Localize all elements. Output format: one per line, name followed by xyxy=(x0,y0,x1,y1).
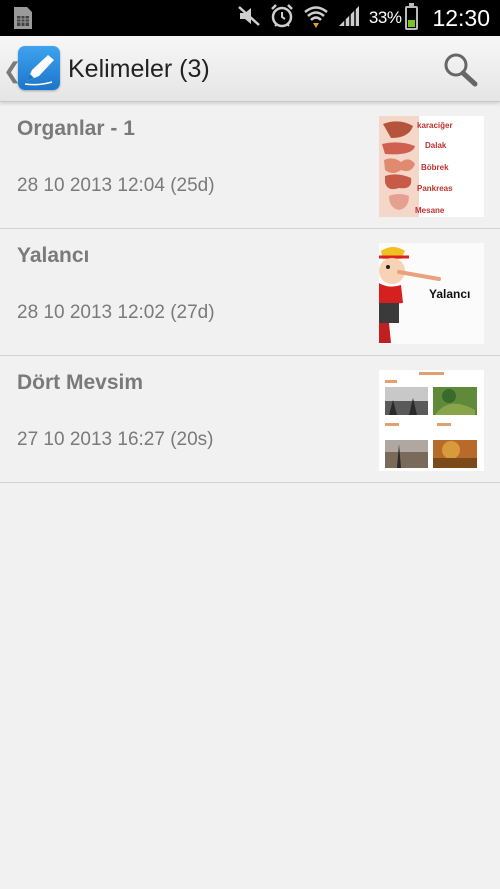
mute-icon xyxy=(237,4,261,33)
word-list: Organlar - 1 28 10 2013 12:04 (25d) kara… xyxy=(0,102,500,483)
list-item-date: 28 10 2013 12:02 (27d) xyxy=(17,302,215,323)
list-item-thumbnail: karaciğer Dalak Böbrek Pankreas Mesane xyxy=(379,116,484,217)
seasons-illustration xyxy=(379,370,484,471)
list-item-thumbnail: Yalancı xyxy=(379,243,484,344)
list-item-title: Dört Mevsim xyxy=(17,371,144,394)
sim-card-icon xyxy=(12,6,34,30)
list-item[interactable]: Dört Mevsim 27 10 2013 16:27 (20s) xyxy=(0,356,500,483)
search-icon xyxy=(444,53,478,87)
status-bar: 33% 12:30 xyxy=(0,0,500,36)
clock: 12:30 xyxy=(432,4,490,31)
list-item-title: Organlar - 1 xyxy=(17,117,135,140)
list-item-date: 28 10 2013 12:04 (25d) xyxy=(17,175,215,196)
wifi-icon xyxy=(303,3,329,34)
list-item-date: 27 10 2013 16:27 (20s) xyxy=(17,429,214,450)
signal-icon xyxy=(337,4,361,33)
thumb-word: Mesane xyxy=(415,206,445,215)
alarm-icon xyxy=(269,3,295,34)
list-item-thumbnail xyxy=(379,370,484,471)
thumb-word: Pankreas xyxy=(417,184,453,193)
search-button[interactable] xyxy=(438,50,482,90)
list-item[interactable]: Yalancı 28 10 2013 12:02 (27d) Yalancı xyxy=(0,229,500,356)
pen-nib-icon[interactable] xyxy=(18,46,60,90)
thumb-label: Yalancı xyxy=(429,287,471,301)
list-item-title: Yalancı xyxy=(17,244,90,267)
battery-percent: 33% xyxy=(368,8,402,27)
thumb-word: Dalak xyxy=(425,141,447,150)
list-item[interactable]: Organlar - 1 28 10 2013 12:04 (25d) kara… xyxy=(0,102,500,229)
battery-icon xyxy=(405,3,419,30)
action-bar: ❮ Kelimeler (3) xyxy=(0,36,500,102)
thumb-word: Böbrek xyxy=(421,163,449,172)
page-title: Kelimeler (3) xyxy=(68,55,210,83)
thumb-word: karaciğer xyxy=(417,121,453,130)
